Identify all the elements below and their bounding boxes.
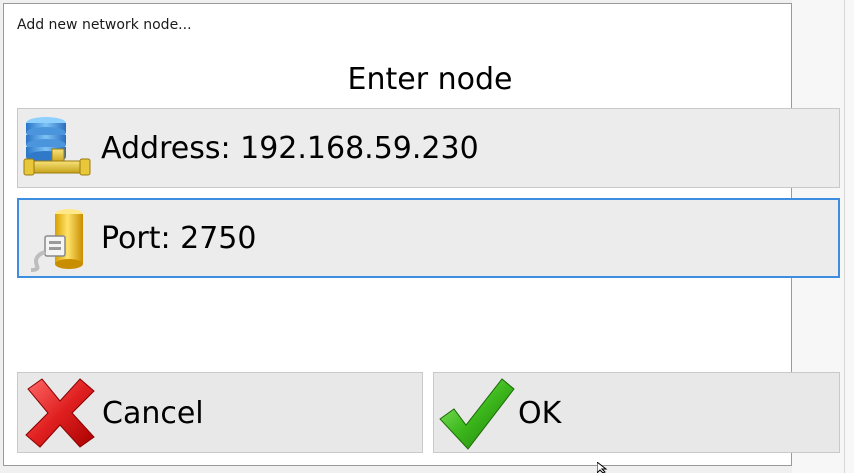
ok-button[interactable]: OK: [433, 372, 840, 453]
cancel-label: Cancel: [102, 396, 204, 431]
dialog-heading: Enter node: [347, 62, 513, 97]
window-title: Add new network node...: [17, 17, 192, 33]
database-network-icon: [22, 115, 94, 183]
address-value: Address: 192.168.59.230: [101, 131, 479, 166]
cancel-button[interactable]: Cancel: [17, 372, 423, 453]
address-field[interactable]: Address: 192.168.59.230: [17, 108, 840, 188]
port-plug-icon: [23, 206, 95, 274]
port-value: Port: 2750: [101, 221, 257, 256]
green-check-icon: [436, 375, 516, 451]
ok-label: OK: [518, 396, 562, 431]
port-field[interactable]: Port: 2750: [17, 198, 840, 278]
red-x-icon: [20, 375, 100, 451]
mouse-cursor-icon: [597, 462, 608, 473]
